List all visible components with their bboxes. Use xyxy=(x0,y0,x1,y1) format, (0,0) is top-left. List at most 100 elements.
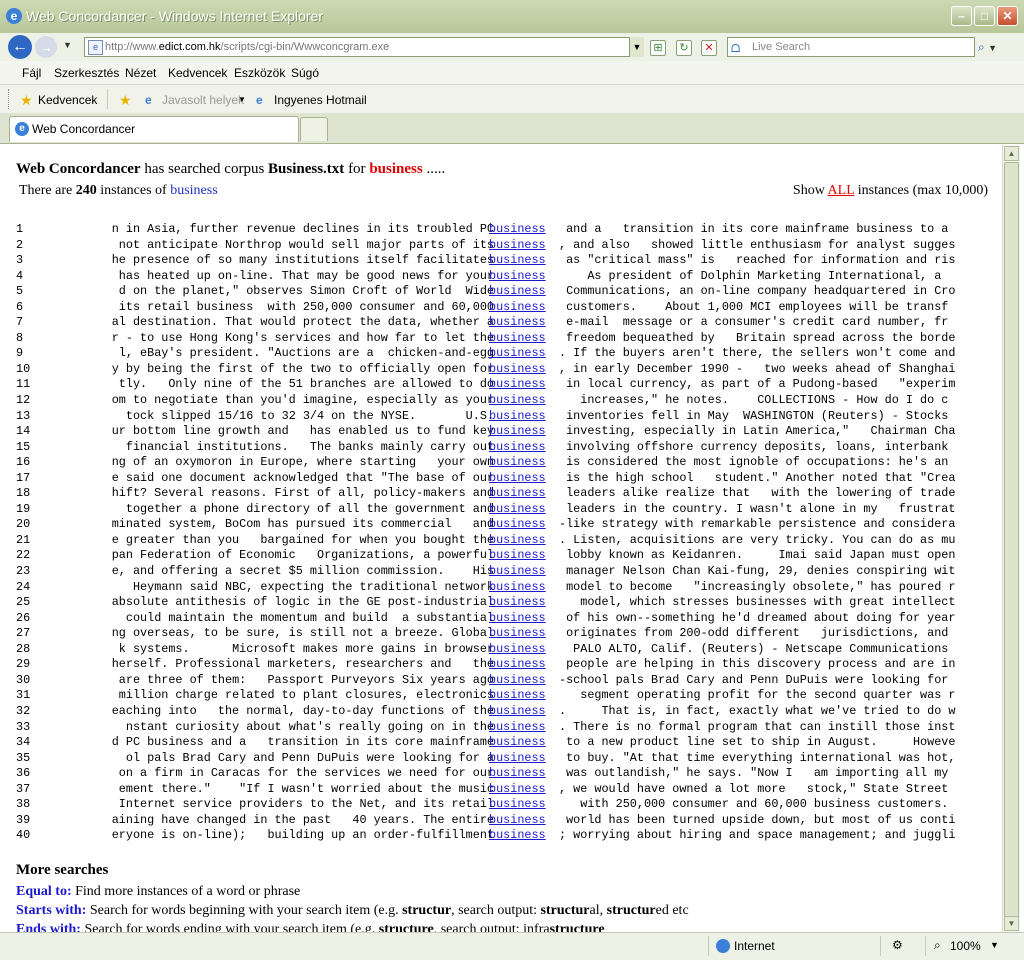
left-context: on a firm in Caracas for the services we… xyxy=(118,766,494,781)
keyword-link[interactable]: business xyxy=(489,704,546,720)
keyword-link[interactable]: business xyxy=(489,300,546,316)
line-number: 36 xyxy=(16,766,31,781)
keyword-link[interactable]: business xyxy=(489,548,546,564)
keyword-link[interactable]: business xyxy=(489,611,546,627)
ends-with-link[interactable]: Ends with: xyxy=(16,922,81,932)
keyword-link[interactable]: business xyxy=(489,331,546,347)
line-number: 14 xyxy=(16,424,31,439)
recent-pages-dropdown-icon[interactable]: ▼ xyxy=(63,40,72,50)
keyword-link[interactable]: business xyxy=(489,751,546,767)
keyword-link[interactable]: business xyxy=(489,440,546,456)
keyword-link[interactable]: business xyxy=(489,238,546,254)
starts-with-link[interactable]: Starts with: xyxy=(16,903,86,918)
right-context: of his own--something he'd dreamed about… xyxy=(559,610,956,625)
suggested-sites-dropdown-icon[interactable]: ▼ xyxy=(238,95,246,104)
keyword-link[interactable]: business xyxy=(489,517,546,533)
keyword-link[interactable]: business xyxy=(489,315,546,331)
keyword-link[interactable]: business xyxy=(489,642,546,658)
minimize-button[interactable]: – xyxy=(951,6,972,26)
zoom-dropdown-icon[interactable]: ▼ xyxy=(990,940,999,950)
compatibility-view-icon[interactable]: ⊞ xyxy=(650,40,666,56)
keyword-link[interactable]: business xyxy=(489,828,546,844)
keyword-link[interactable]: business xyxy=(489,502,546,518)
concordance-row: 24 Heymann said NBC, expecting the tradit… xyxy=(16,580,1002,596)
favorites-star-icon[interactable]: ★ xyxy=(20,92,33,109)
refresh-icon[interactable]: ↻ xyxy=(676,40,692,56)
menu-favorites[interactable]: Kedvencek xyxy=(168,66,227,80)
page-icon: e xyxy=(88,40,103,55)
protected-mode-icon[interactable]: ⚙ xyxy=(892,938,903,952)
zoom-level[interactable]: 100% xyxy=(950,939,981,953)
concordance-row: 26 could maintain the momentum and build … xyxy=(16,611,1002,627)
keyword-link[interactable]: business xyxy=(489,253,546,269)
tab-web-concordancer[interactable]: e Web Concordancer xyxy=(9,116,299,142)
concordance-row: 30 are three of them: Passport Purveyors … xyxy=(16,673,1002,689)
favorites-bar: ★ Kedvencek ★ e Javasolt helyek ▼ e Ingy… xyxy=(0,85,1024,114)
search-go-button[interactable]: ⌕ ▼ xyxy=(978,37,1018,57)
keyword-link[interactable]: business xyxy=(489,533,546,549)
address-bar[interactable]: e http://www.edict.com.hk/scripts/cgi-bi… xyxy=(84,37,644,57)
add-favorite-icon[interactable]: ★ xyxy=(119,92,132,109)
maximize-button[interactable]: □ xyxy=(974,6,995,26)
address-dropdown-icon[interactable]: ▼ xyxy=(629,37,644,57)
menu-edit[interactable]: Szerkesztés xyxy=(54,66,119,80)
keyword-link[interactable]: business xyxy=(489,284,546,300)
stop-icon[interactable]: ✕ xyxy=(701,40,717,56)
keyword-link[interactable]: business xyxy=(489,720,546,736)
forward-button[interactable]: → xyxy=(35,36,57,58)
line-number: 10 xyxy=(16,361,31,376)
favorites-button[interactable]: Kedvencek xyxy=(38,93,97,107)
equal-to-link[interactable]: Equal to: xyxy=(16,884,72,899)
count-mid: instances of xyxy=(96,183,171,198)
keyword-link[interactable]: business xyxy=(489,424,546,440)
keyword-link[interactable]: business xyxy=(489,657,546,673)
keyword-link[interactable]: business xyxy=(489,782,546,798)
keyword-link[interactable]: business xyxy=(489,595,546,611)
hotmail-link[interactable]: Ingyenes Hotmail xyxy=(274,93,367,107)
left-context: tly. Only nine of the 51 branches are al… xyxy=(118,377,494,392)
search-dropdown-icon[interactable]: ▼ xyxy=(988,43,997,53)
live-search-input[interactable]: ᗝ Live Search xyxy=(727,37,975,57)
keyword-link[interactable]: business xyxy=(489,409,546,425)
right-context: customers. About 1,000 MCI employees wil… xyxy=(559,299,949,314)
keyword-link[interactable]: business xyxy=(489,735,546,751)
keyword-link[interactable]: business xyxy=(489,377,546,393)
keyword-link[interactable]: business xyxy=(489,486,546,502)
menu-tools[interactable]: Eszközök xyxy=(234,66,285,80)
keyword-link[interactable]: business xyxy=(489,269,546,285)
keyword-link[interactable]: business xyxy=(489,564,546,580)
keyword-link[interactable]: business xyxy=(489,673,546,689)
right-context: with 250,000 consumer and 60,000 busines… xyxy=(559,797,949,812)
close-button[interactable]: ✕ xyxy=(997,6,1018,26)
keyword-link[interactable]: business xyxy=(489,688,546,704)
vertical-scrollbar[interactable]: ▲ ▼ xyxy=(1002,145,1020,932)
menu-help[interactable]: Súgó xyxy=(291,66,319,80)
line-number: 40 xyxy=(16,828,31,843)
left-context: e, and offering a secret $5 million comm… xyxy=(111,564,494,579)
keyword-link[interactable]: business xyxy=(489,580,546,596)
left-context: tock slipped 15/16 to 32 3/4 on the NYSE… xyxy=(125,408,494,423)
keyword-link[interactable]: business xyxy=(489,766,546,782)
show-all-link[interactable]: ALL xyxy=(828,183,855,198)
suggested-sites-link[interactable]: Javasolt helyek xyxy=(162,93,244,107)
keyword-link[interactable]: business xyxy=(489,222,546,238)
scroll-down-icon[interactable]: ▼ xyxy=(1004,916,1019,931)
scroll-thumb[interactable] xyxy=(1004,162,1019,917)
keyword-link[interactable]: business xyxy=(489,393,546,409)
keyword-link[interactable]: business xyxy=(489,346,546,362)
keyword-link[interactable]: business xyxy=(489,797,546,813)
left-context: n in Asia, further revenue declines in i… xyxy=(111,222,494,236)
url-path: /scripts/cgi-bin/Wwwconcgram.exe xyxy=(220,41,390,53)
menu-file[interactable]: Fájl xyxy=(22,66,41,80)
scroll-up-icon[interactable]: ▲ xyxy=(1004,146,1019,161)
keyword-link[interactable]: business xyxy=(489,813,546,829)
keyword-link[interactable]: business xyxy=(489,471,546,487)
keyword-link[interactable]: business xyxy=(489,362,546,378)
line-number: 1 xyxy=(16,222,24,236)
corpus-name: Business.txt xyxy=(268,161,345,177)
new-tab-button[interactable] xyxy=(300,117,328,141)
keyword-link[interactable]: business xyxy=(489,626,546,642)
keyword-link[interactable]: business xyxy=(489,455,546,471)
back-button[interactable]: ← xyxy=(8,35,32,59)
menu-view[interactable]: Nézet xyxy=(125,66,156,80)
